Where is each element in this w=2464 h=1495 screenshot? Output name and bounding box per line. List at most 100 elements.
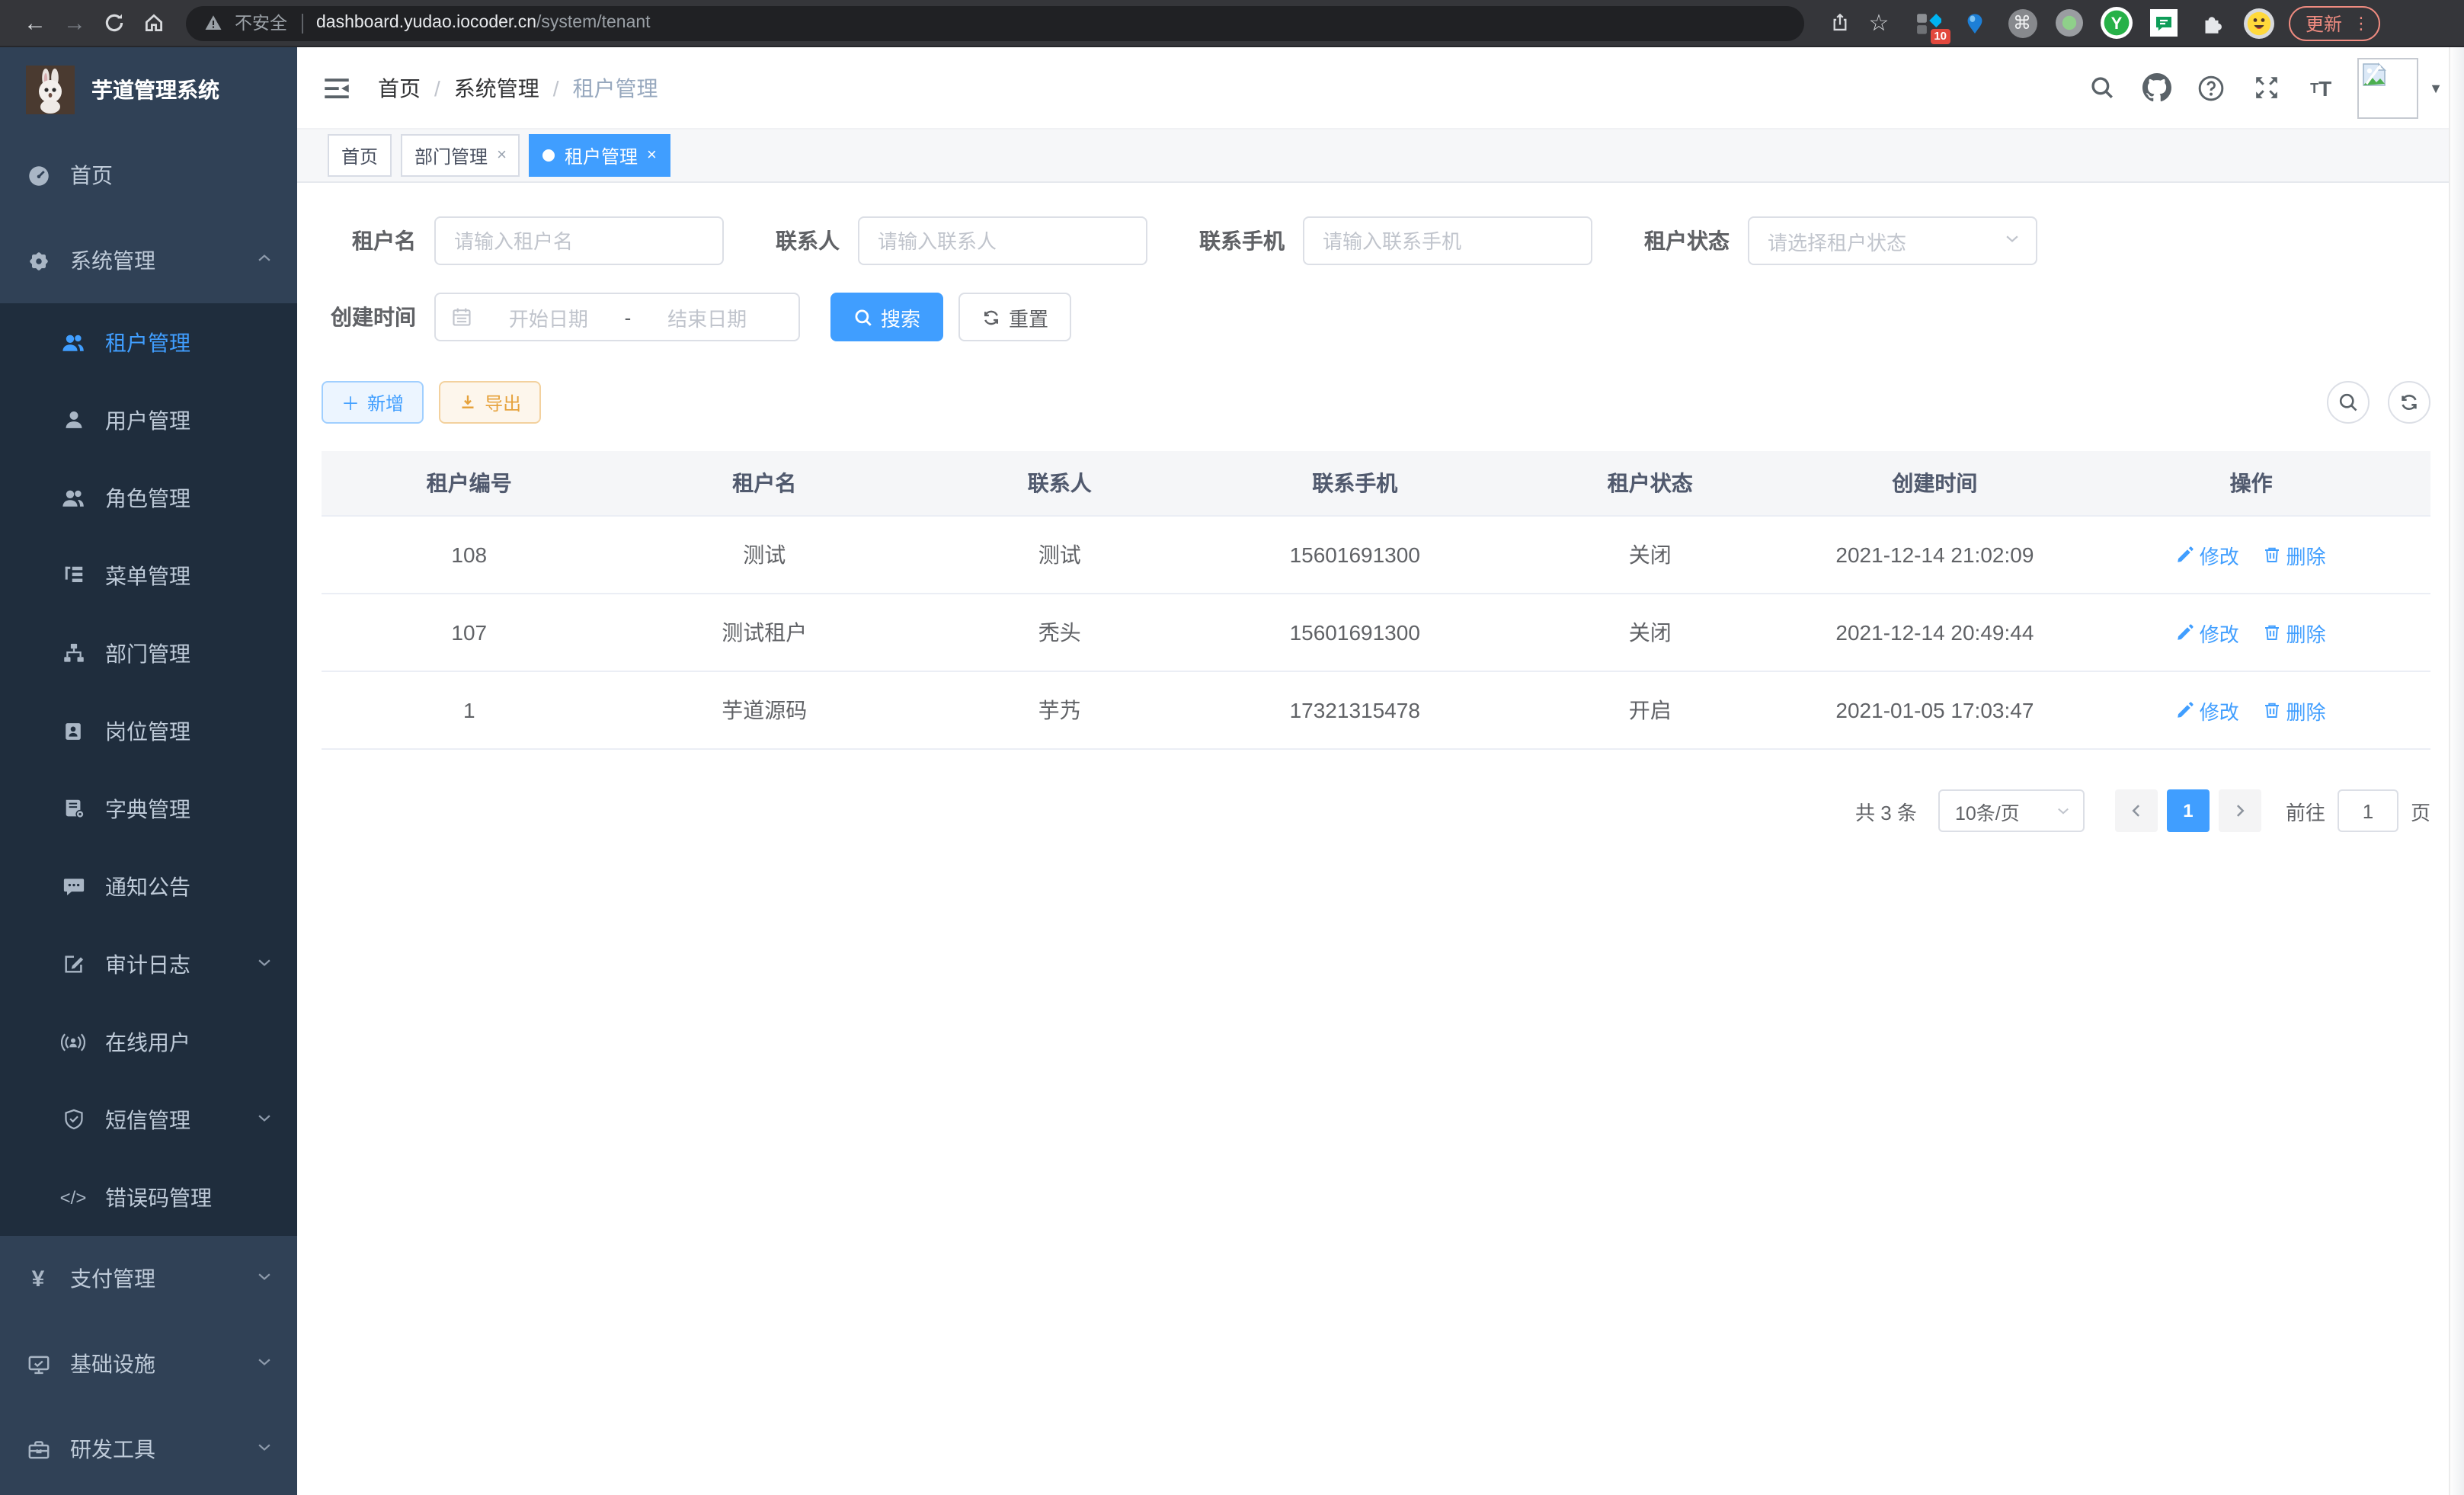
sidebar-item-home[interactable]: 首页 [0, 133, 297, 218]
update-label: 更新 [2306, 10, 2342, 36]
table-header-row: 租户编号 租户名 联系人 联系手机 租户状态 创建时间 操作 [322, 451, 2430, 516]
bookmark-star-icon[interactable]: ☆ [1859, 3, 1899, 43]
trash-icon [2264, 701, 2282, 719]
back-icon[interactable]: ← [15, 3, 55, 43]
broken-image-icon [2362, 62, 2386, 86]
breadcrumb-current: 租户管理 [573, 72, 658, 103]
tab-tenant[interactable]: 租户管理 × [530, 134, 670, 177]
page-scrollbar[interactable] [2449, 47, 2464, 1495]
sidebar-item-user[interactable]: 用户管理 [0, 381, 297, 459]
tab-home[interactable]: 首页 [328, 134, 392, 177]
sidebar-item-online[interactable]: 在线用户 [0, 1003, 297, 1080]
next-page-button[interactable] [2219, 789, 2261, 832]
extension-blocks-icon[interactable]: 10 [1909, 5, 1946, 41]
sidebar-item-errcode[interactable]: </> 错误码管理 [0, 1158, 297, 1236]
reset-button[interactable]: 重置 [958, 293, 1071, 341]
fullscreen-icon[interactable] [2248, 69, 2284, 106]
github-icon[interactable] [2138, 69, 2174, 106]
sidebar-item-dept[interactable]: 部门管理 [0, 614, 297, 692]
sidebar-logo[interactable]: 芋道管理系统 [0, 47, 297, 133]
sidebar-item-label: 基础设施 [70, 1349, 256, 1379]
header-search-icon[interactable] [2083, 69, 2120, 106]
mobile-input[interactable] [1303, 216, 1592, 265]
browser-update-button[interactable]: 更新 ⋮ [2289, 5, 2380, 40]
address-bar[interactable]: 不安全 dashboard.yudao.iocoder.cn/system/te… [186, 5, 1804, 40]
font-size-icon[interactable]: TT [2302, 69, 2339, 106]
close-icon[interactable]: × [497, 146, 507, 165]
delete-link[interactable]: 删除 [2264, 696, 2326, 725]
sidebar-item-devtools[interactable]: 研发工具 [0, 1407, 297, 1492]
sidebar-item-tenant[interactable]: 租户管理 [0, 303, 297, 381]
filter-create-time: 创建时间 开始日期 - 结束日期 [322, 293, 800, 341]
breadcrumb-home[interactable]: 首页 [378, 72, 421, 103]
sidebar-item-post[interactable]: 岗位管理 [0, 692, 297, 770]
page-size-select[interactable]: 10条/页 [1938, 789, 2085, 832]
small-t: T [2310, 80, 2318, 95]
browser-menu-icon[interactable]: ⋮ [2353, 13, 2370, 33]
sidebar-item-role[interactable]: 角色管理 [0, 459, 297, 536]
command-extension-icon[interactable]: ⌘ [2004, 5, 2040, 41]
goto-page-input[interactable] [2338, 789, 2398, 832]
chat-bubble-icon [61, 874, 85, 898]
edit-link[interactable]: 修改 [2177, 696, 2239, 725]
cell-name: 测试 [617, 516, 913, 594]
sidebar-item-dict[interactable]: 字典管理 [0, 770, 297, 847]
chat-extension-icon[interactable] [2146, 5, 2182, 41]
pin-extension-icon[interactable] [1957, 5, 1993, 41]
page-number-button[interactable]: 1 [2167, 789, 2210, 832]
search-button[interactable]: 搜索 [830, 293, 943, 341]
big-t: T [2318, 75, 2331, 100]
edit-link[interactable]: 修改 [2177, 540, 2239, 569]
mobile-label: 联系手机 [1190, 226, 1285, 256]
sidebar-item-infra[interactable]: 基础设施 [0, 1321, 297, 1407]
close-icon[interactable]: × [647, 146, 657, 165]
tenant-name-input[interactable] [434, 216, 724, 265]
filter-status: 租户状态 请选择租户状态 [1635, 216, 2037, 265]
home-icon[interactable] [134, 3, 174, 43]
security-warning-icon[interactable] [204, 14, 222, 32]
prev-page-button[interactable] [2115, 789, 2158, 832]
tenant-name-label: 租户名 [322, 226, 416, 256]
sidebar-item-notice[interactable]: 通知公告 [0, 847, 297, 925]
monitor-icon [26, 1352, 50, 1376]
emoji-extension-icon[interactable] [2240, 5, 2277, 41]
add-button-label: 新增 [367, 389, 404, 415]
date-range-picker[interactable]: 开始日期 - 结束日期 [434, 293, 800, 341]
delete-link[interactable]: 删除 [2264, 540, 2326, 569]
cell-status: 关闭 [1502, 594, 1798, 671]
help-icon[interactable] [2193, 69, 2229, 106]
breadcrumb-system[interactable]: 系统管理 [454, 72, 539, 103]
share-icon[interactable] [1819, 3, 1859, 43]
delete-link[interactable]: 删除 [2264, 618, 2326, 647]
sidebar-item-sms[interactable]: 短信管理 [0, 1080, 297, 1158]
sidebar-item-label: 角色管理 [105, 482, 285, 513]
tab-dept[interactable]: 部门管理 × [401, 134, 520, 177]
url-divider [301, 13, 302, 33]
cell-created: 2021-12-14 20:49:44 [1798, 594, 2072, 671]
table-row: 107 测试租户 秃头 15601691300 关闭 2021-12-14 20… [322, 594, 2430, 671]
dot-extension-icon[interactable] [2051, 5, 2088, 41]
sidebar-item-system[interactable]: 系统管理 [0, 218, 297, 303]
avatar[interactable] [2357, 57, 2418, 118]
badge-icon [61, 719, 85, 743]
status-select[interactable]: 请选择租户状态 [1748, 216, 2037, 265]
extensions-puzzle-icon[interactable] [2193, 5, 2229, 41]
sidebar-item-pay[interactable]: ¥ 支付管理 [0, 1236, 297, 1321]
edit-label: 修改 [2200, 618, 2239, 647]
export-button[interactable]: 导出 [439, 381, 541, 424]
contact-input[interactable] [858, 216, 1147, 265]
sidebar-fold-icon[interactable] [323, 74, 350, 101]
reload-icon[interactable] [94, 3, 134, 43]
y-extension-icon[interactable]: Y [2098, 5, 2135, 41]
add-button[interactable]: ＋ 新增 [322, 381, 424, 424]
edit-link[interactable]: 修改 [2177, 618, 2239, 647]
forward-icon[interactable]: → [55, 3, 94, 43]
refresh-icon [981, 307, 1001, 327]
sidebar-item-menu[interactable]: 菜单管理 [0, 536, 297, 614]
avatar-dropdown-caret-icon[interactable]: ▼ [2429, 80, 2443, 95]
screen: ← → 不安全 dashboard.yudao.iocoder.cn/syste… [0, 0, 2464, 1495]
refresh-table-button[interactable] [2388, 381, 2430, 424]
calendar-icon [451, 306, 472, 328]
toggle-search-button[interactable] [2327, 381, 2370, 424]
sidebar-item-audit[interactable]: 审计日志 [0, 925, 297, 1003]
